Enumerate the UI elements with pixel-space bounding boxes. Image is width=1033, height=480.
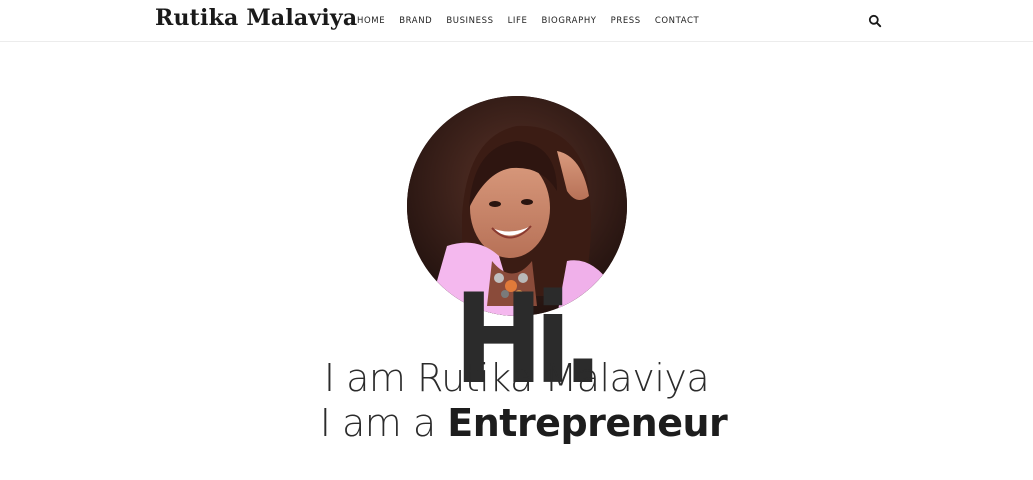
nav-item-life[interactable]: LIFE xyxy=(508,16,528,26)
site-logo[interactable]: Rutika Malaviya xyxy=(155,5,357,31)
main-nav: HOME BRAND BUSINESS LIFE BIOGRAPHY PRESS… xyxy=(357,16,713,26)
nav-item-contact[interactable]: CONTACT xyxy=(655,16,700,26)
intro-role: Entrepreneur xyxy=(447,401,728,445)
intro-role-line: I am a Entrepreneur xyxy=(0,401,1033,445)
site-header: Rutika Malaviya HOME BRAND BUSINESS LIFE… xyxy=(0,0,1033,42)
nav-item-biography[interactable]: BIOGRAPHY xyxy=(542,16,597,26)
nav-item-home[interactable]: HOME xyxy=(357,16,385,26)
nav-item-brand[interactable]: BRAND xyxy=(399,16,432,26)
search-icon[interactable] xyxy=(868,14,882,28)
nav-item-press[interactable]: PRESS xyxy=(611,16,641,26)
nav-item-business[interactable]: BUSINESS xyxy=(446,16,493,26)
intro-name-line: I am Rutika Malaviya xyxy=(0,356,1033,400)
intro-role-prefix: I am a xyxy=(319,401,436,445)
intro-name: I am Rutika Malaviya xyxy=(323,356,710,400)
